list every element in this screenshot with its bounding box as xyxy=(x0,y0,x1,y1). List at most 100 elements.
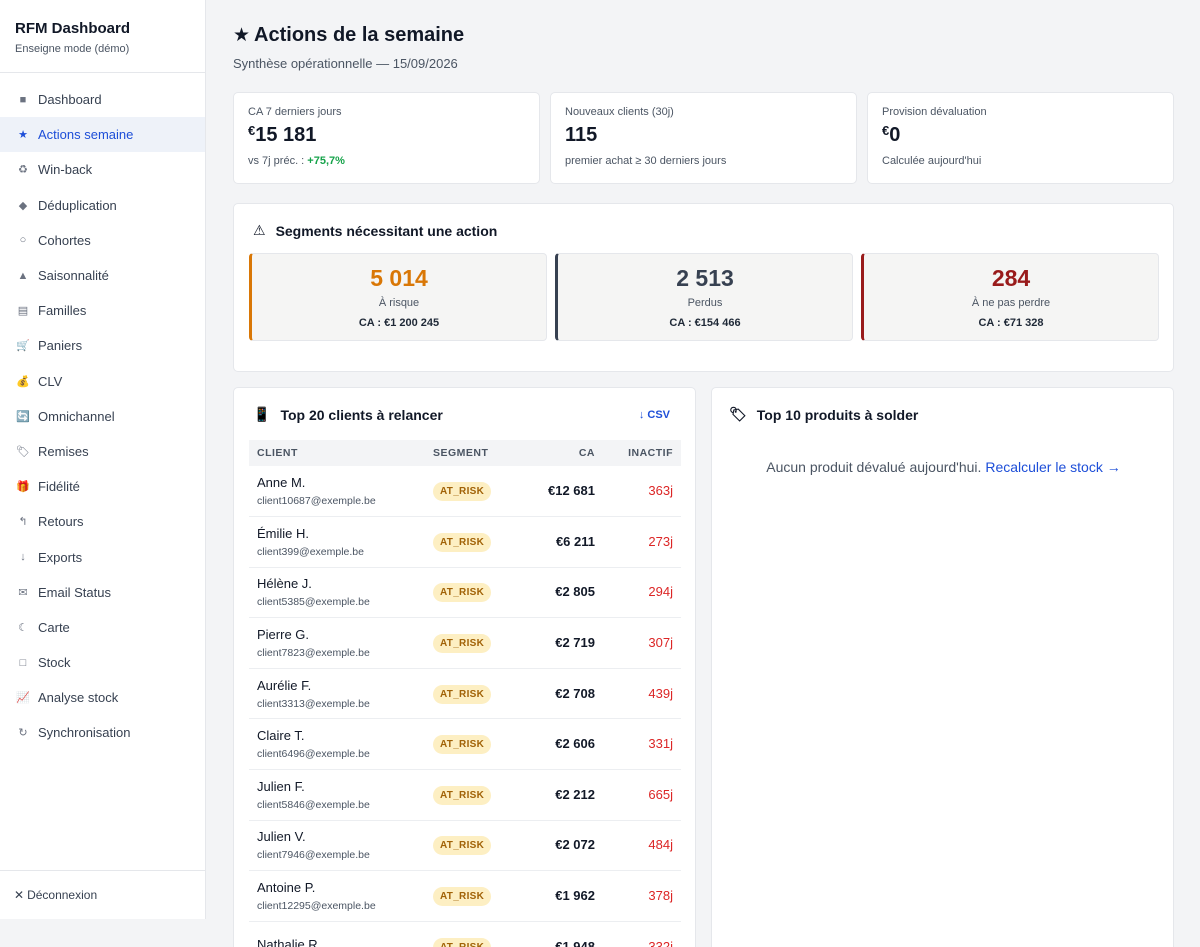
sidebar-item-dashboard[interactable]: ■ Dashboard xyxy=(0,82,205,117)
tag-icon: 🏷 xyxy=(16,445,30,458)
sidebar-item-label: Fidélité xyxy=(38,479,80,495)
sidebar-item-stock[interactable]: □ Stock xyxy=(0,645,205,680)
logout-label: Déconnexion xyxy=(27,888,98,902)
segment-badge: AT_RISK xyxy=(433,684,492,704)
brand: RFM Dashboard Enseigne mode (démo) xyxy=(0,0,205,73)
kpi-label: Provision dévaluation xyxy=(882,106,987,118)
kpi-card-ca: CA 7 derniers jours €15 181 vs 7j préc. … xyxy=(233,92,540,184)
segment-badge: AT_RISK xyxy=(433,532,492,552)
client-cell: Antoine P. client12295@exemple.be xyxy=(249,870,425,922)
table-row[interactable]: Claire T. client6496@exemple.be AT_RISK €2 … xyxy=(249,718,681,771)
table-row[interactable]: Anne M. client10687@exemple.be AT_RISK €12 … xyxy=(249,466,681,518)
sidebar-item-win-back[interactable]: ♻ Win-back xyxy=(0,152,205,187)
table-row[interactable]: Hélène J. client5385@exemple.be AT_RISK €2 … xyxy=(249,567,681,619)
sidebar-item-label: Stock xyxy=(38,655,71,671)
client-name: Émilie H. xyxy=(257,525,310,541)
products-title-text: Top 10 produits à solder xyxy=(756,406,919,423)
sidebar-item-paniers[interactable]: 🛒 Paniers xyxy=(0,328,205,363)
envelope-icon: ✉ xyxy=(18,586,28,599)
column-header-ca: CA xyxy=(525,440,603,466)
inactive-cell: 363j xyxy=(603,466,681,518)
sidebar-item-actions-semaine[interactable]: ★ Actions semaine xyxy=(0,117,205,153)
sidebar-item-label: Carte xyxy=(38,619,70,635)
sidebar-item-label: Remises xyxy=(38,443,89,459)
ca-value: €2 805 xyxy=(555,584,595,600)
page-title-text: Actions de la semaine xyxy=(254,24,465,46)
segment-cell: AT_RISK xyxy=(425,466,525,518)
inactive-days: 332j xyxy=(648,938,673,947)
kpi-label: Nouveaux clients (30j) xyxy=(565,106,674,118)
sidebar-item-carte[interactable]: ☾ Carte xyxy=(0,610,205,645)
kpi-value: 115 xyxy=(565,124,842,147)
star-icon: ★ xyxy=(233,25,251,46)
gift-icon: 🎁 xyxy=(16,481,30,494)
segment-badge: AT_RISK xyxy=(433,735,492,755)
sidebar-item-clv[interactable]: 💰 CLV xyxy=(0,364,205,399)
ca-value: €2 072 xyxy=(555,837,595,853)
sidebar-item-synchronisation[interactable]: ↻ Synchronisation xyxy=(0,715,205,750)
client-email: client7823@exemple.be xyxy=(257,647,370,660)
sidebar-item-label: Familles xyxy=(38,303,87,319)
ca-value: €12 681 xyxy=(548,483,595,499)
segment-at-risk[interactable]: 5 014 À risque CA : €1 200 245 xyxy=(249,253,547,341)
products-card: 🏷 Top 10 produits à solder Aucun produit… xyxy=(711,387,1174,947)
ca-cell: €2 072 xyxy=(525,820,603,872)
inactive-days: 439j xyxy=(648,685,673,701)
sidebar-item-saisonnalit[interactable]: ▲ Saisonnalité xyxy=(0,258,205,293)
sidebar-item-label: Synchronisation xyxy=(38,725,131,741)
table-row[interactable]: Pierre G. client7823@exemple.be AT_RISK €2 … xyxy=(249,617,681,669)
app-title: RFM Dashboard xyxy=(15,20,131,37)
sidebar-item-omnichannel[interactable]: 🔄 Omnichannel xyxy=(0,399,205,434)
sidebar-item-familles[interactable]: ▤ Familles xyxy=(0,293,205,328)
sidebar-item-analyse-stock[interactable]: 📈 Analyse stock xyxy=(0,680,205,715)
sidebar-item-email-status[interactable]: ✉ Email Status xyxy=(0,575,205,610)
sidebar-item-fid-lit[interactable]: 🎁 Fidélité xyxy=(0,469,205,504)
close-icon: ✕ xyxy=(14,888,25,902)
segment-badge: AT_RISK xyxy=(433,482,492,502)
sidebar-item-label: Email Status xyxy=(38,584,111,600)
segment-cant-lose[interactable]: 284 À ne pas perdre CA : €71 328 xyxy=(861,253,1159,341)
client-name: Anne M. xyxy=(257,475,306,491)
moon-icon: ☾ xyxy=(18,621,28,634)
kpi-note-prefix: vs 7j préc. : xyxy=(248,155,308,167)
client-cell: Claire T. client6496@exemple.be xyxy=(249,718,425,771)
sidebar-item-cohortes[interactable]: ○ Cohortes xyxy=(0,223,205,258)
client-cell: Anne M. client10687@exemple.be xyxy=(249,466,425,518)
kpi-card-provision: Provision dévaluation €0 Calculée aujour… xyxy=(867,92,1174,184)
inactive-cell: 439j xyxy=(603,668,681,720)
sidebar-item-retours[interactable]: ↰ Retours xyxy=(0,504,205,539)
recalculate-stock-link[interactable]: Recalculer le stock → xyxy=(985,459,1120,475)
ca-cell: €12 681 xyxy=(525,466,603,518)
column-header-client: CLIENT xyxy=(249,440,425,466)
table-row[interactable]: Antoine P. client12295@exemple.be AT_RISK €… xyxy=(249,870,681,922)
segment-cell: AT_RISK xyxy=(425,921,525,947)
table-row[interactable]: Julien V. client7946@exemple.be AT_RISK €2 … xyxy=(249,820,681,872)
ca-value: €2 212 xyxy=(555,786,595,802)
table-row[interactable]: Julien F. client5846@exemple.be AT_RISK €2 … xyxy=(249,769,681,821)
ca-value: €1 962 xyxy=(555,888,595,904)
sidebar-item-label: Cohortes xyxy=(38,232,91,248)
sidebar-item-exports[interactable]: ↓ Exports xyxy=(0,539,205,574)
kpi-value: €0 xyxy=(882,123,1159,147)
segment-lost[interactable]: 2 513 Perdus CA : €154 466 xyxy=(555,253,853,341)
currency-symbol: € xyxy=(248,123,256,138)
sidebar-item-label: Dashboard xyxy=(38,92,102,108)
sidebar-item-label: CLV xyxy=(38,373,63,389)
table-row[interactable]: Nathalie R. AT_RISK €1 948 332j xyxy=(249,921,681,947)
table-row[interactable]: Aurélie F. client3313@exemple.be AT_RISK €2… xyxy=(249,668,681,720)
table-row[interactable]: Émilie H. client399@exemple.be AT_RISK €6 2… xyxy=(249,516,681,568)
sidebar-item-d-duplication[interactable]: ◆ Déduplication xyxy=(0,188,205,223)
segment-cell: AT_RISK xyxy=(425,718,525,771)
inactive-days: 273j xyxy=(648,533,673,549)
client-email: client12295@exemple.be xyxy=(257,900,376,913)
segment-value: 5 014 xyxy=(370,265,428,291)
segment-ca: CA : €71 328 xyxy=(978,317,1044,329)
mobile-phone-icon: 📱 xyxy=(253,406,271,422)
csv-download-button[interactable]: ↓ CSV xyxy=(639,409,670,421)
segment-cell: AT_RISK xyxy=(425,870,525,922)
segment-cell: AT_RISK xyxy=(425,516,525,568)
empty-message: Aucun produit dévalué aujourd'hui. Recal… xyxy=(712,459,1175,475)
logout-button[interactable]: ✕ Déconnexion xyxy=(0,870,205,919)
ca-cell: €6 211 xyxy=(525,516,603,568)
sidebar-item-remises[interactable]: 🏷 Remises xyxy=(0,434,205,469)
